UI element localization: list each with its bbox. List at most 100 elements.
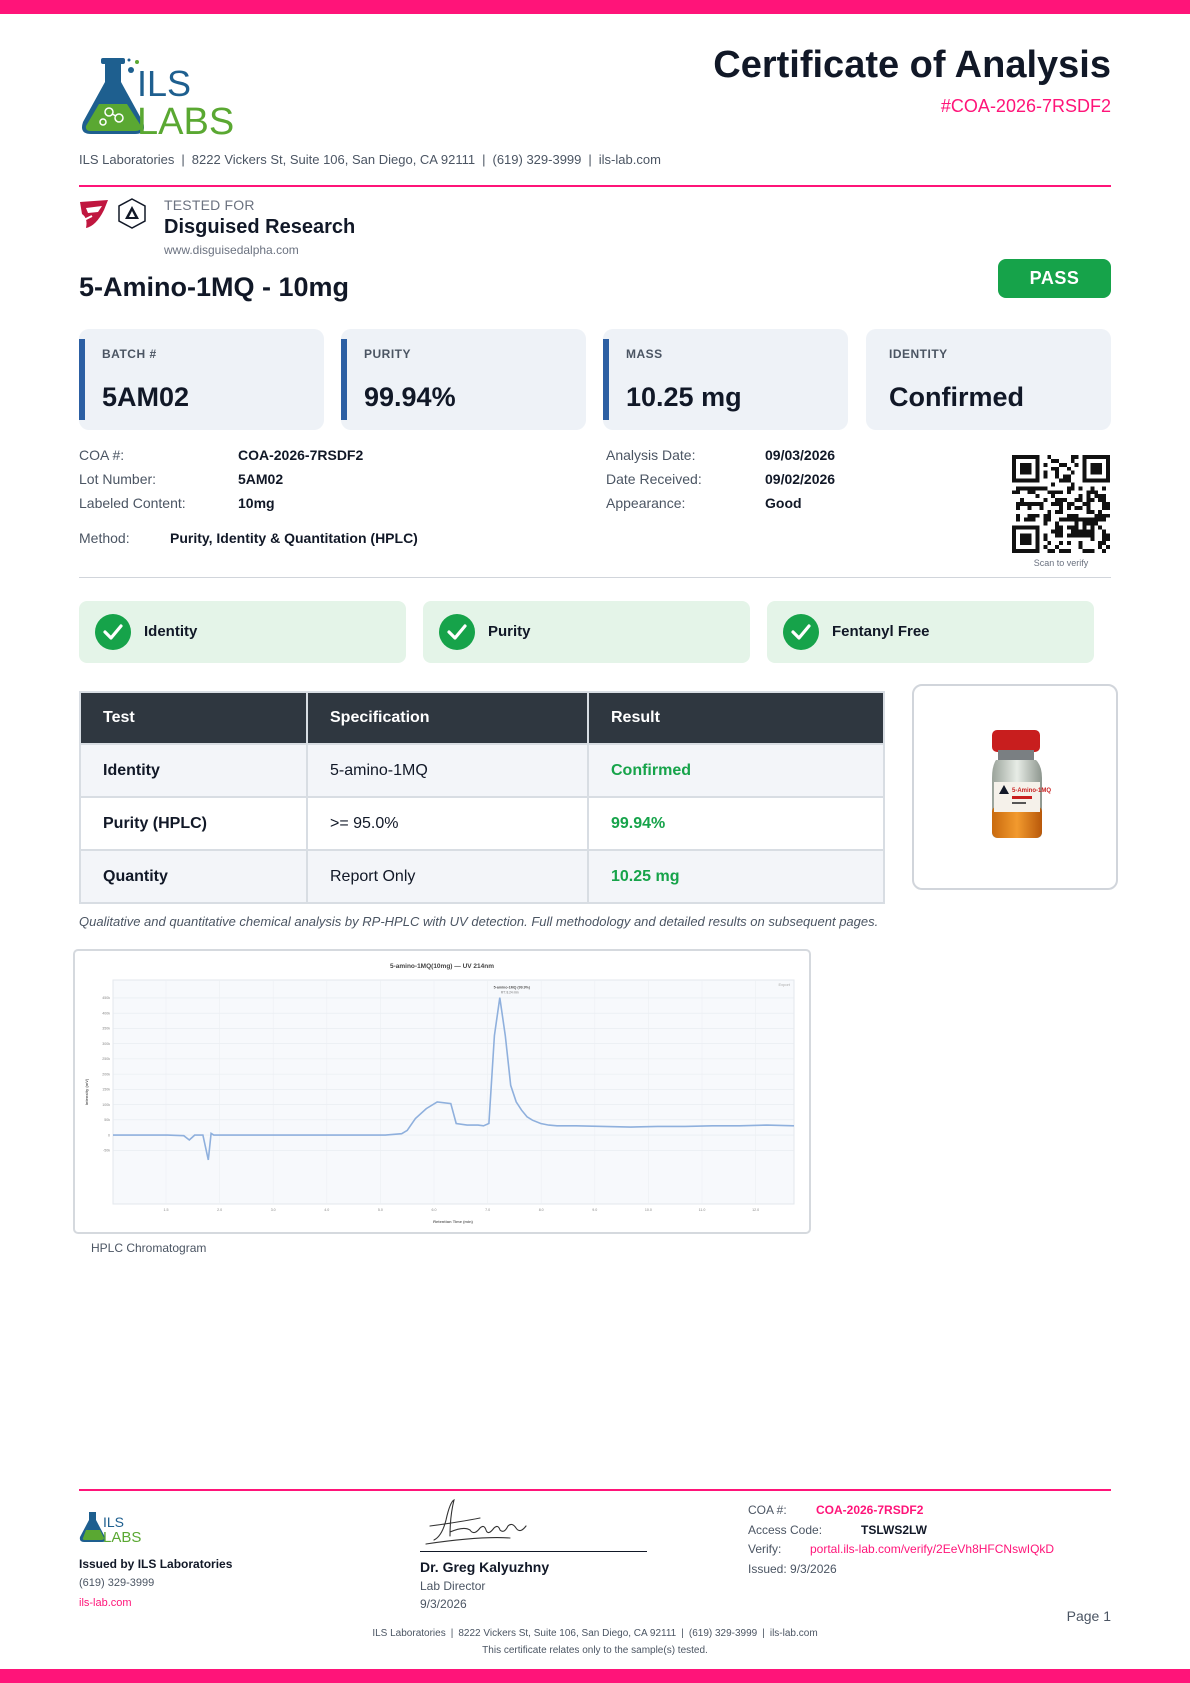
chart-legend: Export [778,982,790,987]
product-name: 5-Amino-1MQ - 10mg [79,272,350,302]
footer-lab-name: ILS Laboratories [372,1628,446,1639]
check-fentanyl-free: Fentanyl Free [767,601,1094,663]
client-name: Disguised Research [164,216,356,238]
footer-coa-value: COA-2026-7RSDF2 [816,1503,924,1517]
lab-name: ILS Laboratories [79,152,175,167]
access-code-label: Access Code: [748,1523,823,1537]
mask-logo-icon [80,200,108,228]
results-table: Test Specification Result Identity 5-ami… [79,691,885,904]
y-tick-label: 350k [102,1027,110,1031]
certificate-id: #COA-2026-7RSDF2 [940,96,1111,116]
x-tick-label: 8.0 [539,1208,544,1212]
tested-for-label: TESTED FOR [164,197,255,213]
check-identity: Identity [79,601,406,663]
footer-lab-website[interactable]: ils-lab.com [770,1628,818,1639]
stat-card-identity: IDENTITY Confirmed [866,329,1111,430]
x-tick-label: 11.0 [699,1208,706,1212]
cell-test: Quantity [79,849,308,904]
checkmark-icon [783,614,819,650]
y-tick-label: -50k [103,1149,110,1153]
footer-divider [79,1489,1111,1491]
x-tick-label: 9.0 [592,1208,597,1212]
logo-text-labs: LABS [137,101,234,140]
method-value: Purity, Identity & Quantitation (HPLC) [170,530,418,546]
lab-website[interactable]: ils-lab.com [599,152,661,167]
plot-area [112,979,795,1205]
page-number: Page 1 [1066,1608,1111,1624]
lab-street: 8222 Vickers St, Suite 106, San Diego, C… [191,152,476,167]
column-header-specification: Specification [306,691,589,745]
table-header-row: Test Specification Result [79,691,885,745]
footer-logo-labs: LABS [103,1529,141,1544]
detail-label-labeled: Labeled Content: [79,495,186,511]
stat-label: MASS [626,347,663,361]
chart-title: 5-amino-1MQ(10mg) — UV 214nm [390,963,494,970]
stat-card-mass: MASS 10.25 mg [603,329,848,430]
detail-label-lot: Lot Number: [79,471,157,487]
cell-result: 10.25 mg [587,849,885,904]
cell-test: Purity (HPLC) [79,796,308,851]
logo-text-ils: ILS [137,63,191,104]
x-tick-label: 3.0 [271,1208,276,1212]
method-note: Qualitative and quantitative chemical an… [79,914,879,929]
card-accent-bar [341,339,347,420]
chromatogram-caption: HPLC Chromatogram [91,1241,207,1255]
top-brand-bar [0,0,1190,14]
stat-label: BATCH # [102,347,157,361]
detail-value-lot: 5AM02 [238,471,284,487]
footer-disclaimer: This certificate relates only to the sam… [482,1645,708,1656]
footer-lab-phone: (619) 329-3999 [688,1628,758,1639]
pass-badge: PASS [998,259,1111,298]
y-tick-label: 300k [102,1042,110,1046]
footer-phone: (619) 329-3999 [79,1577,155,1589]
checkmark-icon [95,614,131,650]
check-purity: Purity [423,601,750,663]
detail-value-labeled: 10mg [238,495,275,511]
access-code-value: TSLWS2LW [861,1523,927,1537]
footer-website[interactable]: ils-lab.com [79,1597,132,1609]
signer-role: Lab Director [420,1579,486,1593]
detail-label-appearance: Appearance: [606,495,686,511]
detail-label-date-received: Date Received: [606,471,702,487]
director-signature [425,1498,527,1545]
verify-qr-code[interactable] [1012,455,1110,553]
footer-logo-ils: ILS [103,1514,124,1530]
alpha-triangle-icon [118,198,146,229]
footer-lab-street: 8222 Vickers St, Suite 106, San Diego, C… [458,1628,677,1639]
y-tick-label: 400k [102,1011,110,1015]
check-label: Fentanyl Free [832,623,930,640]
client-website[interactable]: www.disguisedalpha.com [164,243,299,257]
detail-label-analysis-date: Analysis Date: [606,447,696,463]
y-tick-label: 100k [102,1103,110,1107]
detail-value-coa: COA-2026-7RSDF2 [238,447,364,463]
stat-label: PURITY [364,347,412,361]
lab-address-line: ILS Laboratories | 8222 Vickers St, Suite … [79,152,661,167]
card-accent-bar [603,339,609,420]
y-tick-label: 50k [104,1118,110,1122]
issued-date: Issued: 9/3/2026 [748,1562,837,1576]
signer-name: Dr. Greg Kalyuzhny [420,1559,550,1575]
qr-caption: Scan to verify [1033,558,1089,568]
table-row: Purity (HPLC) >= 95.0% 99.94% [79,796,885,851]
bottom-brand-bar [0,1669,1190,1683]
sign-date: 9/3/2026 [420,1597,467,1611]
y-tick-label: 250k [102,1057,110,1061]
stat-value: 10.25 mg [626,382,742,412]
signature-line [420,1551,647,1552]
x-tick-label: 6.0 [432,1208,437,1212]
document-title: Certificate of Analysis [713,44,1111,86]
cell-spec: Report Only [306,849,589,904]
stat-value: Confirmed [889,382,1024,412]
product-photo[interactable]: 5-Amino-1MQ [912,684,1118,890]
cell-spec: 5-amino-1MQ [306,743,589,798]
verify-link[interactable]: portal.ils-lab.com/verify/2EeVh8HFCNswIQ… [810,1542,1054,1556]
vial-label-text: 5-Amino-1MQ [1012,788,1051,794]
table-row: Identity 5-amino-1MQ Confirmed [79,743,885,798]
detail-value-date-received: 09/02/2026 [765,471,836,487]
stat-label: IDENTITY [889,347,948,361]
x-tick-label: 7.0 [485,1208,490,1212]
check-label: Purity [488,623,531,640]
detail-value-analysis-date: 09/03/2026 [765,447,836,463]
peak-sublabel: RT: 8.24 min [501,991,519,995]
ils-labs-logo: ILS LABS [82,58,234,140]
